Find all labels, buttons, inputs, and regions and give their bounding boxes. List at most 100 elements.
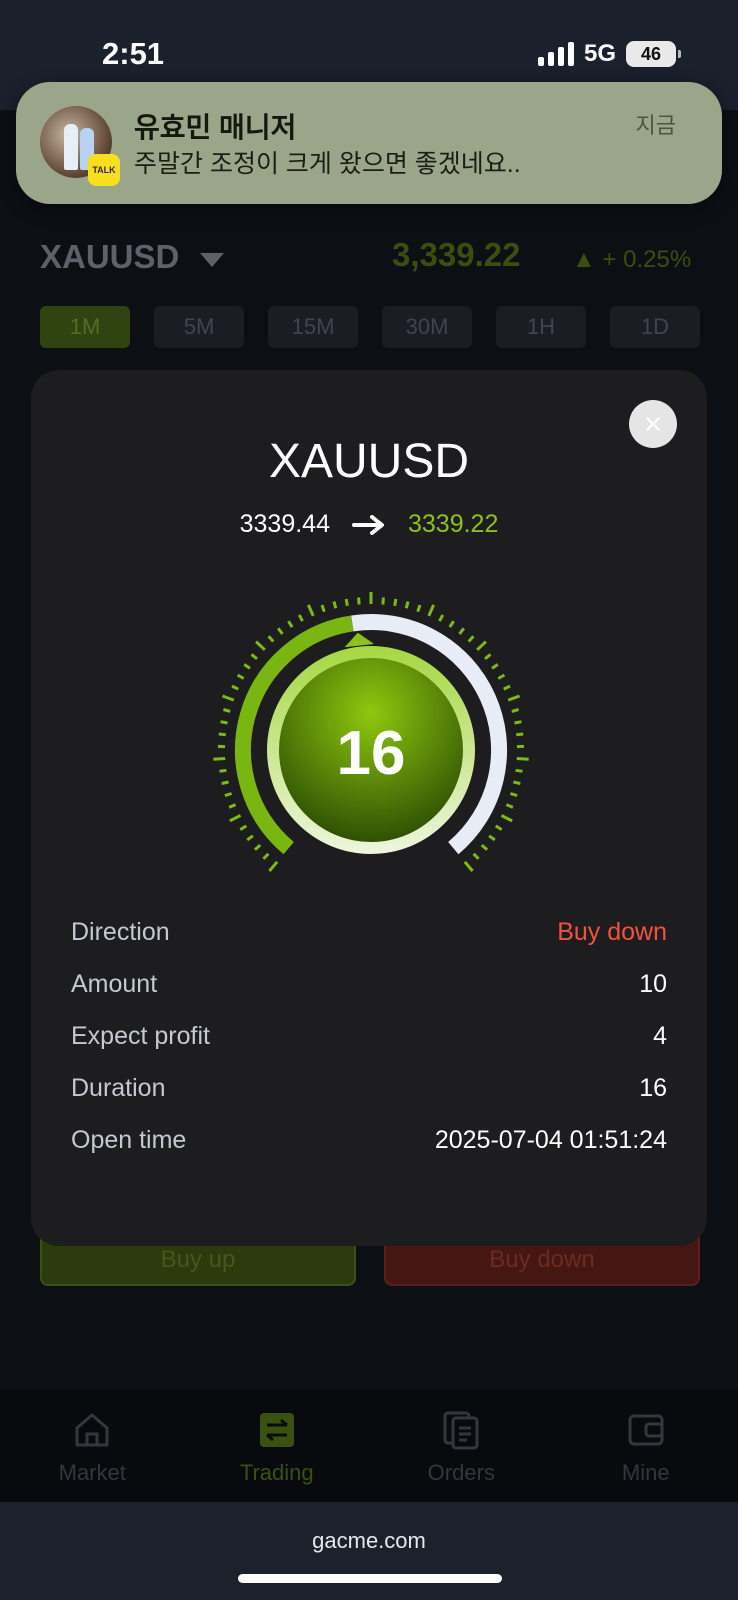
kakaotalk-icon: TALK — [88, 154, 120, 186]
symbol-selector[interactable]: XAUUSD — [40, 238, 179, 276]
gauge-tick — [448, 620, 455, 628]
home-indicator[interactable] — [238, 1574, 502, 1583]
gauge-tick — [228, 803, 237, 809]
gauge-tick — [494, 824, 503, 831]
gauge-tick — [357, 597, 361, 605]
nav-mine[interactable]: Mine — [554, 1390, 738, 1502]
gauge-tick — [236, 673, 245, 680]
tab-5m[interactable]: 5M — [154, 306, 244, 348]
status-indicators: 5G 46 — [537, 40, 681, 68]
gauge-tick — [491, 663, 499, 670]
orders-icon — [443, 1411, 479, 1450]
gauge-tick — [480, 843, 489, 851]
gauge-tick — [476, 640, 487, 651]
chevron-down-icon[interactable] — [200, 253, 224, 267]
order-modal: XAUUSD 3339.44 3339.22 16 Direction Buy … — [31, 370, 707, 1246]
gauge-tick — [463, 860, 474, 872]
tab-1m[interactable]: 1M — [40, 306, 130, 348]
battery-icon: 46 — [626, 41, 681, 67]
wallet-icon — [628, 1414, 664, 1446]
gauge-tick — [250, 653, 258, 660]
detail-row-direction: Direction Buy down — [71, 918, 667, 947]
home-icon — [75, 1413, 109, 1447]
close-price: 3339.22 — [408, 510, 499, 538]
nav-market[interactable]: Market — [0, 1390, 185, 1502]
gauge-tick — [297, 614, 304, 622]
gauge-tick — [381, 597, 385, 605]
gauge-tick — [500, 814, 513, 823]
arrow-right-icon — [352, 514, 384, 535]
gauge-tick — [307, 604, 315, 617]
nav-label: Market — [58, 1460, 126, 1485]
bottom-nav: Market Trading Orders Mine — [0, 1390, 738, 1502]
gauge-tick — [458, 627, 465, 635]
detail-value: 2025-07-04 01:51:24 — [434, 1126, 667, 1154]
gauge-tick — [509, 792, 518, 798]
detail-row-expect-profit: Expect profit 4 — [71, 1022, 667, 1051]
gauge-tick — [393, 598, 398, 607]
gauge-tick — [229, 814, 242, 823]
detail-value: 10 — [639, 970, 667, 998]
gauge-tick — [277, 627, 284, 635]
detail-row-open-time: Open time 2025-07-04 01:51:24 — [71, 1126, 667, 1155]
gauge-tick — [505, 803, 514, 809]
gauge-tick — [268, 860, 279, 872]
trading-icon — [259, 1413, 294, 1447]
gauge-tick — [287, 620, 294, 628]
gauge-tick — [239, 824, 248, 831]
tab-1d[interactable]: 1D — [610, 306, 700, 348]
nav-label: Orders — [427, 1460, 495, 1485]
gauge-tick — [267, 635, 275, 643]
nav-trading[interactable]: Trading — [185, 1390, 370, 1502]
price-change-row: 3339.44 3339.22 — [31, 510, 707, 539]
gauge-tick — [224, 792, 233, 798]
browser-address-bar[interactable]: gacme.com — [0, 1502, 738, 1600]
notification-time: 지금 — [635, 113, 676, 138]
tab-30m[interactable]: 30M — [382, 306, 472, 348]
gauge-tick — [246, 834, 254, 842]
network-type: 5G — [583, 40, 616, 67]
detail-value: 16 — [639, 1074, 667, 1102]
gauge-tick — [488, 834, 496, 842]
tab-15m[interactable]: 15M — [268, 306, 358, 348]
gauge-tick — [511, 708, 520, 713]
countdown-value: 16 — [336, 719, 406, 788]
gauge-pointer — [344, 632, 374, 648]
gauge-tick — [231, 684, 239, 691]
detail-label: Duration — [71, 1074, 166, 1102]
status-time: 2:51 — [102, 36, 165, 71]
current-price: 3,339.22 — [392, 236, 521, 273]
detail-row-amount: Amount 10 — [71, 970, 667, 999]
notification-sender: 유효민 매니저 — [134, 112, 297, 143]
gauge-tick — [438, 614, 445, 622]
gauge-tick — [221, 694, 235, 702]
nav-label: Trading — [239, 1460, 314, 1485]
detail-label: Open time — [71, 1126, 187, 1154]
notification-banner[interactable]: TALK 유효민 매니저 주말간 조정이 크게 왔으면 좋겠네요.. 지금 — [16, 82, 722, 204]
nav-orders[interactable]: Orders — [369, 1390, 554, 1502]
gauge-tick — [255, 640, 266, 651]
open-price: 3339.44 — [239, 510, 330, 538]
gauge-tick — [497, 673, 506, 680]
gauge-tick — [262, 852, 270, 860]
detail-label: Amount — [71, 970, 158, 998]
gauge-tick — [243, 663, 251, 670]
gauge-tick — [253, 843, 262, 851]
gauge-tick — [332, 601, 338, 609]
signal-icon — [537, 42, 574, 66]
gauge-tick — [467, 635, 475, 643]
detail-row-duration: Duration 16 — [71, 1074, 667, 1103]
gauge-tick — [427, 604, 435, 617]
gauge-tick — [484, 653, 492, 660]
gauge-tick — [503, 684, 511, 691]
price-change: ▲ + 0.25% — [572, 246, 692, 273]
countdown-gauge: 16 — [201, 588, 541, 888]
tab-1h[interactable]: 1H — [496, 306, 586, 348]
gauge-tick — [472, 852, 480, 860]
detail-label: Expect profit — [71, 1022, 210, 1050]
url-text: gacme.com — [312, 1528, 426, 1553]
nav-label: Mine — [621, 1460, 670, 1485]
detail-value: Buy down — [557, 918, 667, 946]
gauge-tick — [404, 601, 410, 609]
notification-message: 주말간 조정이 크게 왔으면 좋겠네요.. — [134, 150, 521, 178]
